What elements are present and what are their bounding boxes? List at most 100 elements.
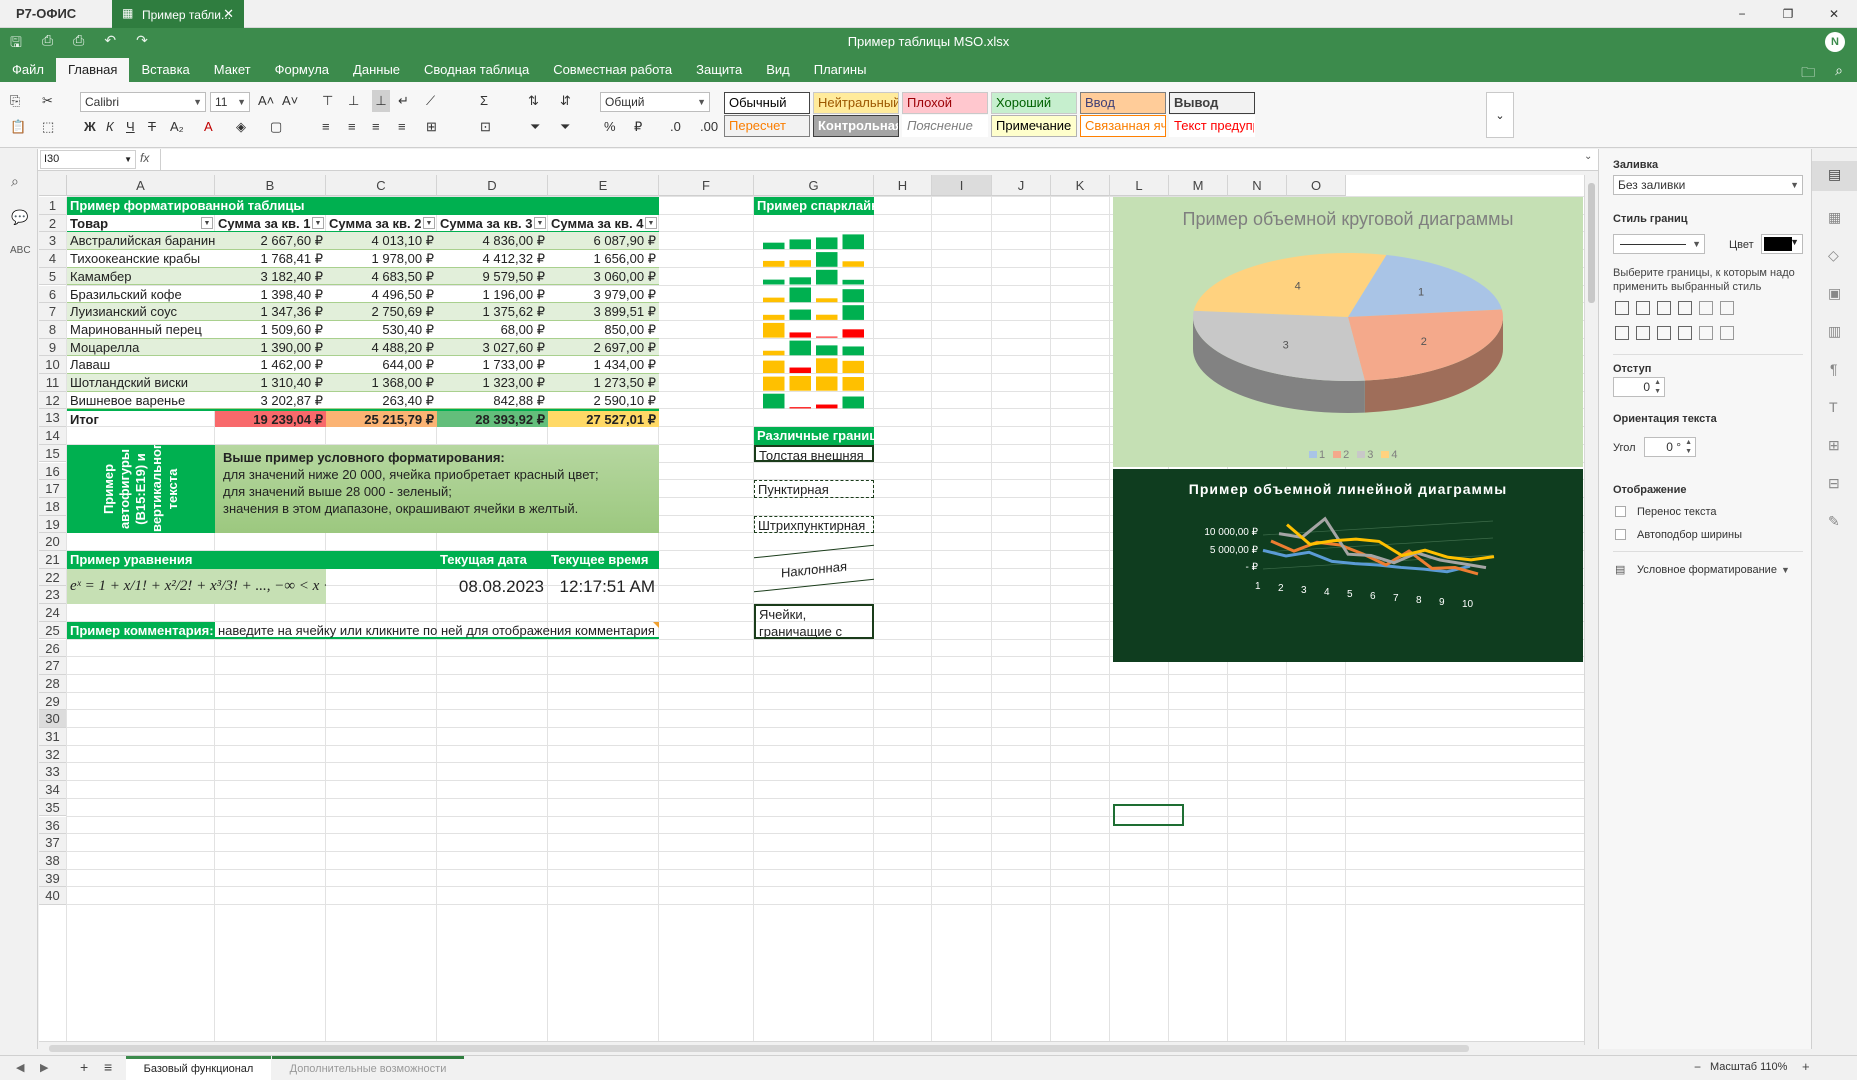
vertical-scrollbar[interactable] [1584, 175, 1598, 1045]
image-settings-icon[interactable]: ▣ [1828, 285, 1841, 302]
inner-horizontal-icon[interactable] [1657, 301, 1671, 315]
paste-icon[interactable]: 📋 [10, 116, 26, 138]
inner-borders-icon[interactable] [1636, 301, 1650, 315]
border-color-picker[interactable]: ▼ [1761, 234, 1803, 254]
menu-tab[interactable]: Совместная работа [541, 58, 684, 82]
menu-tab[interactable]: Формула [263, 58, 341, 82]
top-border-icon[interactable] [1678, 326, 1692, 340]
subscript-button[interactable]: A₂ [170, 116, 184, 138]
align-right-icon[interactable]: ≡ [372, 116, 380, 138]
signature-icon[interactable]: ✎ [1828, 513, 1840, 530]
cell-style-item[interactable]: Примечание [991, 115, 1077, 137]
fill-color-button[interactable]: ◈ [236, 116, 246, 138]
styles-expand-icon[interactable]: ⌄ [1486, 92, 1514, 138]
avatar[interactable]: N [1825, 32, 1845, 52]
formula-input[interactable] [160, 149, 1590, 170]
underline-button[interactable]: Ч [126, 116, 135, 138]
outer-border-icon[interactable] [1678, 301, 1692, 315]
spreadsheet-grid[interactable]: ABCDEFGHIJKLMNO 1 2 3 4 5 6 7 8 9 10 11 12 13 14 15 16 1… [39, 175, 1584, 1045]
right-border-icon[interactable] [1657, 326, 1671, 340]
cell-style-item[interactable]: Хороший [991, 92, 1077, 114]
pie-chart[interactable]: Пример объемной круговой диаграммы 1234 … [1113, 197, 1583, 467]
percent-icon[interactable]: % [604, 116, 616, 138]
decrease-font-icon[interactable]: A˅ [282, 90, 298, 112]
scrollbar-thumb[interactable] [49, 1045, 1469, 1052]
align-top-icon[interactable]: ⊤ [322, 90, 333, 112]
scroll-last-sheet-icon[interactable]: ▶ [40, 1061, 48, 1074]
wrap-text-icon[interactable]: ↵ [398, 90, 409, 112]
menu-tab[interactable]: Вставка [129, 58, 201, 82]
cell-style-item[interactable]: Обычный [724, 92, 810, 114]
cell-style-item[interactable]: Пересчет [724, 115, 810, 137]
number-format-select[interactable]: Общий ▼ [600, 92, 710, 112]
sheet-tab-active[interactable]: Базовый функционал [126, 1056, 271, 1080]
border-style-select[interactable]: ▼ [1613, 234, 1705, 254]
pivot-settings-icon[interactable]: ⊞ [1828, 437, 1840, 454]
cut-icon[interactable]: ✂ [42, 90, 53, 112]
maximize-button[interactable]: ❐ [1765, 0, 1811, 28]
cell-style-item[interactable]: Текст предупре [1169, 115, 1255, 137]
text-art-icon[interactable]: T [1829, 399, 1838, 415]
angle-stepper[interactable]: 0 ° ▲ ▼ [1644, 437, 1696, 457]
align-center-icon[interactable]: ≡ [348, 116, 356, 138]
italic-button[interactable]: К [106, 116, 114, 138]
strikethrough-button[interactable]: Т [148, 116, 156, 138]
function-icon[interactable]: fx [140, 151, 149, 165]
vertical-inner-icon[interactable] [1636, 326, 1650, 340]
borders-button[interactable]: ▢ [270, 116, 282, 138]
menu-tab[interactable]: Сводная таблица [412, 58, 541, 82]
cell-style-item[interactable]: Вывод [1169, 92, 1255, 114]
selected-cell[interactable] [1113, 804, 1184, 826]
bottom-border-icon[interactable] [1720, 326, 1734, 340]
sort-ascending-icon[interactable]: ⇅ [528, 90, 539, 112]
menu-tab[interactable]: Макет [202, 58, 263, 82]
bold-button[interactable]: Ж [84, 116, 96, 138]
zoom-in-button[interactable]: + [1802, 1059, 1810, 1074]
slicer-settings-icon[interactable]: ⊟ [1828, 475, 1840, 492]
named-ranges-icon[interactable]: ⊡ [480, 116, 491, 138]
search-icon[interactable]: ⌕ [11, 173, 19, 190]
sum-icon[interactable]: Σ [480, 90, 488, 112]
select-all-icon[interactable]: ⬚ [42, 116, 54, 138]
copy-icon[interactable]: ⎘ [10, 90, 20, 112]
close-tab-icon[interactable]: ✕ [223, 6, 234, 22]
align-left-icon[interactable]: ≡ [322, 116, 330, 138]
middle-border-icon[interactable] [1699, 326, 1713, 340]
table-settings-icon[interactable]: ▦ [1828, 209, 1841, 226]
align-middle-icon[interactable]: ⊥ [348, 90, 359, 112]
filter-icon[interactable]: ⏷ [530, 116, 540, 138]
cell-style-item[interactable]: Ввод [1080, 92, 1166, 114]
sheet-tab[interactable]: Дополнительные возможности [272, 1056, 464, 1080]
decrease-decimal-icon[interactable]: .0 [670, 116, 681, 138]
wrap-text-checkbox[interactable] [1615, 506, 1626, 517]
conditional-format-button[interactable]: Условное форматирование [1637, 564, 1777, 576]
diagonal-up-icon[interactable] [1699, 301, 1713, 315]
name-box[interactable]: I30 ▼ [40, 150, 136, 169]
currency-icon[interactable]: ₽ [634, 116, 642, 138]
left-border-icon[interactable] [1615, 326, 1629, 340]
chevron-down-icon[interactable]: ▼ [1781, 565, 1790, 575]
cell-style-item[interactable]: Связанная ячей [1080, 115, 1166, 137]
orientation-icon[interactable]: ⟋ [426, 90, 435, 112]
shape-settings-icon[interactable]: ◇ [1828, 247, 1839, 264]
align-bottom-icon[interactable]: ⊥ [372, 90, 390, 112]
horizontal-scrollbar[interactable] [39, 1041, 1584, 1055]
expand-formula-icon[interactable]: ⌄ [1584, 151, 1592, 162]
font-color-button[interactable]: A [204, 116, 213, 138]
merge-cells-icon[interactable]: ⊞ [426, 116, 437, 138]
add-sheet-icon[interactable]: + [80, 1059, 88, 1075]
menu-tab[interactable]: Защита [684, 58, 754, 82]
sheet-list-icon[interactable]: ≡ [104, 1059, 112, 1075]
paragraph-settings-icon[interactable]: ¶ [1830, 361, 1838, 377]
line-chart[interactable]: Пример объемной линейной диаграммы 10 00… [1113, 469, 1583, 662]
close-window-button[interactable]: ✕ [1811, 0, 1857, 28]
sort-descending-icon[interactable]: ⇵ [560, 90, 571, 112]
scrollbar-thumb[interactable] [1588, 183, 1595, 303]
font-name-select[interactable]: Calibri ▼ [80, 92, 206, 112]
cell-style-item[interactable]: Нейтральный [813, 92, 899, 114]
increase-font-icon[interactable]: A˄ [258, 90, 274, 112]
diagonal-down-icon[interactable] [1720, 301, 1734, 315]
menu-tab[interactable]: Главная [55, 58, 130, 82]
menu-tab[interactable]: Вид [754, 58, 802, 82]
cell-style-item[interactable]: Контрольная я [813, 115, 899, 137]
